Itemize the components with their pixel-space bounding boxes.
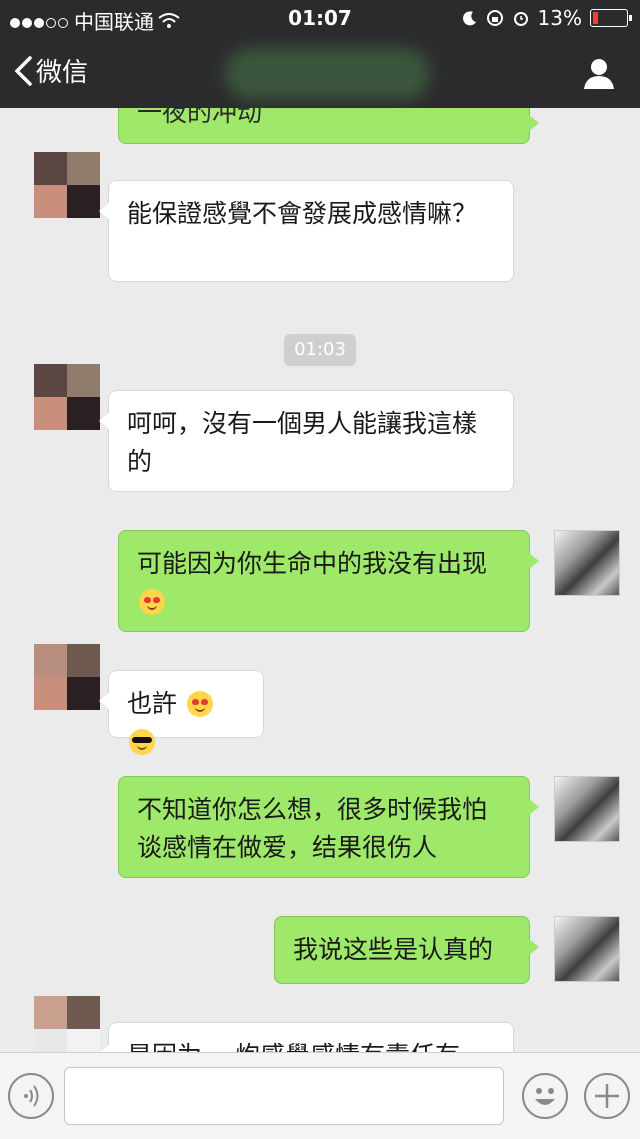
status-right: 13%: [462, 6, 632, 30]
moon-icon: [462, 11, 476, 26]
message-text: 也許: [127, 689, 178, 718]
smiley-icon: [535, 1088, 555, 1105]
alarm-icon: [513, 12, 528, 26]
message-text: 能保證感覺不會發展成感情嘛？: [127, 199, 478, 228]
message-bubble[interactable]: 不知道你怎么想，很多时候我怕谈感情在做爱，结果很伤人: [118, 776, 539, 878]
message-bubble-partial[interactable]: 一夜的冲动: [118, 108, 539, 144]
message-input[interactable]: [64, 1067, 504, 1125]
my-avatar[interactable]: [554, 916, 620, 982]
plus-icon: [595, 1084, 619, 1108]
contact-avatar[interactable]: [34, 644, 100, 710]
message-text: 是因为一 炮感覺感情有責任有: [127, 1041, 460, 1052]
message-text: 可能因为你生命中的我没有出现: [137, 549, 488, 578]
contact-avatar[interactable]: [34, 996, 100, 1052]
my-avatar[interactable]: [554, 530, 620, 596]
battery-icon: [590, 9, 632, 27]
emoji-heart-eyes-icon: [186, 691, 213, 717]
message-text: 一夜的冲动: [137, 108, 263, 127]
back-button[interactable]: 微信: [14, 52, 88, 89]
message-bubble[interactable]: 可能因为你生命中的我没有出现: [118, 530, 539, 632]
message-bubble[interactable]: 也許: [99, 670, 264, 755]
chat-area[interactable]: 一夜的冲动 能保證感覺不會發展成感情嘛？ 01:03 呵呵，沒有一個男人能讓我這…: [0, 108, 640, 1052]
message-bubble[interactable]: 呵呵，沒有一個男人能讓我這樣的: [99, 390, 514, 492]
message-bubble-partial[interactable]: 是因为一 炮感覺感情有責任有: [99, 1022, 514, 1052]
voice-input-button[interactable]: [8, 1073, 54, 1119]
emoji-sunglasses-icon: [129, 729, 155, 755]
back-label: 微信: [36, 58, 89, 88]
contact-avatar[interactable]: [34, 152, 100, 218]
chat-timestamp: 01:03: [284, 334, 356, 366]
contact-info-icon[interactable]: [582, 56, 616, 90]
voice-icon: [24, 1085, 39, 1107]
rotation-lock-icon: [486, 10, 503, 26]
emoji-heart-eyes-icon: [139, 589, 165, 615]
message-text: 呵呵，沒有一個男人能讓我這樣的: [127, 409, 478, 476]
message-text: 我说这些是认真的: [293, 935, 494, 964]
more-options-button[interactable]: [584, 1073, 630, 1119]
chevron-left-icon: [14, 55, 32, 86]
message-text: 不知道你怎么想，很多时候我怕谈感情在做爱，结果很伤人: [137, 795, 488, 862]
contact-avatar[interactable]: [34, 364, 100, 430]
battery-percent: 13%: [537, 6, 582, 30]
contact-name-obscured: [225, 48, 430, 100]
nav-bar: 微信: [0, 38, 640, 108]
message-bubble[interactable]: 我说这些是认真的: [274, 916, 539, 984]
my-avatar[interactable]: [554, 776, 620, 842]
status-bar: 中国联通 01:07 13%: [0, 0, 640, 38]
emoji-button[interactable]: [522, 1073, 568, 1119]
message-bubble[interactable]: 能保證感覺不會發展成感情嘛？: [99, 180, 514, 282]
input-bar: [0, 1052, 640, 1139]
